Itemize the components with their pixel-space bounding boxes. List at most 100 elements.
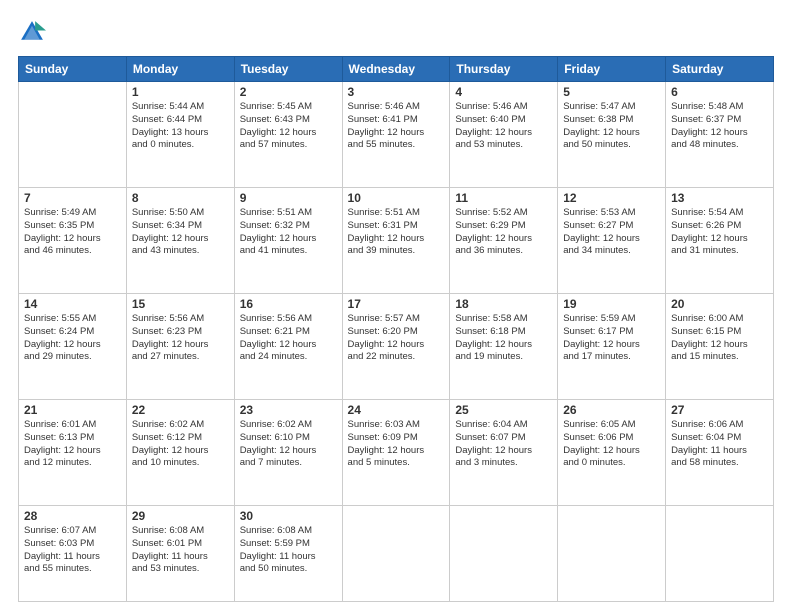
calendar-cell: 28 Sunrise: 6:07 AM Sunset: 6:03 PM Dayli… [19,506,127,602]
calendar-week-row: 7 Sunrise: 5:49 AM Sunset: 6:35 PM Daylig… [19,188,774,294]
calendar-cell: 13 Sunrise: 5:54 AM Sunset: 6:26 PM Dayli… [666,188,774,294]
day-number: 20 [671,297,768,311]
day-number: 21 [24,403,121,417]
calendar-cell: 23 Sunrise: 6:02 AM Sunset: 6:10 PM Dayli… [234,400,342,506]
calendar-cell: 3 Sunrise: 5:46 AM Sunset: 6:41 PM Daylig… [342,82,450,188]
day-number: 6 [671,85,768,99]
day-info: Sunrise: 6:08 AM Sunset: 6:01 PM Dayligh… [132,525,229,576]
day-number: 19 [563,297,660,311]
day-info: Sunrise: 5:46 AM Sunset: 6:41 PM Dayligh… [348,101,445,152]
day-number: 3 [348,85,445,99]
day-number: 23 [240,403,337,417]
weekday-header: Monday [126,57,234,82]
calendar-cell: 9 Sunrise: 5:51 AM Sunset: 6:32 PM Daylig… [234,188,342,294]
day-number: 18 [455,297,552,311]
weekday-header: Sunday [19,57,127,82]
day-info: Sunrise: 5:58 AM Sunset: 6:18 PM Dayligh… [455,313,552,364]
day-info: Sunrise: 5:54 AM Sunset: 6:26 PM Dayligh… [671,207,768,258]
calendar-cell: 25 Sunrise: 6:04 AM Sunset: 6:07 PM Dayli… [450,400,558,506]
day-number: 24 [348,403,445,417]
calendar-cell: 8 Sunrise: 5:50 AM Sunset: 6:34 PM Daylig… [126,188,234,294]
day-number: 5 [563,85,660,99]
day-info: Sunrise: 5:46 AM Sunset: 6:40 PM Dayligh… [455,101,552,152]
day-info: Sunrise: 5:44 AM Sunset: 6:44 PM Dayligh… [132,101,229,152]
logo [18,18,50,46]
calendar-cell: 5Sunrise: 5:47 AM Sunset: 6:38 PM Daylig… [558,82,666,188]
day-number: 7 [24,191,121,205]
calendar-cell: 17 Sunrise: 5:57 AM Sunset: 6:20 PM Dayli… [342,294,450,400]
calendar-cell: 12Sunrise: 5:53 AM Sunset: 6:27 PM Dayli… [558,188,666,294]
weekday-header: Thursday [450,57,558,82]
calendar-cell [19,82,127,188]
calendar-week-row: 21Sunrise: 6:01 AM Sunset: 6:13 PM Dayli… [19,400,774,506]
day-number: 10 [348,191,445,205]
calendar-week-row: 1 Sunrise: 5:44 AM Sunset: 6:44 PM Daylig… [19,82,774,188]
calendar-cell: 24Sunrise: 6:03 AM Sunset: 6:09 PM Dayli… [342,400,450,506]
calendar-cell [666,506,774,602]
calendar-cell: 20 Sunrise: 6:00 AM Sunset: 6:15 PM Dayli… [666,294,774,400]
day-info: Sunrise: 6:04 AM Sunset: 6:07 PM Dayligh… [455,419,552,470]
day-info: Sunrise: 5:59 AM Sunset: 6:17 PM Dayligh… [563,313,660,364]
day-info: Sunrise: 5:51 AM Sunset: 6:32 PM Dayligh… [240,207,337,258]
day-number: 22 [132,403,229,417]
calendar-cell: 1 Sunrise: 5:44 AM Sunset: 6:44 PM Daylig… [126,82,234,188]
calendar-cell: 29Sunrise: 6:08 AM Sunset: 6:01 PM Dayli… [126,506,234,602]
day-info: Sunrise: 6:00 AM Sunset: 6:15 PM Dayligh… [671,313,768,364]
day-info: Sunrise: 6:02 AM Sunset: 6:12 PM Dayligh… [132,419,229,470]
day-number: 12 [563,191,660,205]
day-info: Sunrise: 5:57 AM Sunset: 6:20 PM Dayligh… [348,313,445,364]
calendar-cell: 19 Sunrise: 5:59 AM Sunset: 6:17 PM Dayli… [558,294,666,400]
calendar-cell: 11 Sunrise: 5:52 AM Sunset: 6:29 PM Dayli… [450,188,558,294]
calendar-cell: 22 Sunrise: 6:02 AM Sunset: 6:12 PM Dayli… [126,400,234,506]
day-info: Sunrise: 5:52 AM Sunset: 6:29 PM Dayligh… [455,207,552,258]
calendar-cell: 26Sunrise: 6:05 AM Sunset: 6:06 PM Dayli… [558,400,666,506]
day-number: 27 [671,403,768,417]
calendar-cell: 6 Sunrise: 5:48 AM Sunset: 6:37 PM Daylig… [666,82,774,188]
day-info: Sunrise: 6:02 AM Sunset: 6:10 PM Dayligh… [240,419,337,470]
day-info: Sunrise: 5:55 AM Sunset: 6:24 PM Dayligh… [24,313,121,364]
day-number: 2 [240,85,337,99]
calendar-cell: 30 Sunrise: 6:08 AM Sunset: 5:59 PM Dayli… [234,506,342,602]
day-info: Sunrise: 5:56 AM Sunset: 6:21 PM Dayligh… [240,313,337,364]
day-info: Sunrise: 5:48 AM Sunset: 6:37 PM Dayligh… [671,101,768,152]
day-info: Sunrise: 5:56 AM Sunset: 6:23 PM Dayligh… [132,313,229,364]
day-number: 1 [132,85,229,99]
day-number: 14 [24,297,121,311]
calendar-cell: 27 Sunrise: 6:06 AM Sunset: 6:04 PM Dayli… [666,400,774,506]
weekday-header: Wednesday [342,57,450,82]
calendar-cell [342,506,450,602]
calendar-cell: 14 Sunrise: 5:55 AM Sunset: 6:24 PM Dayli… [19,294,127,400]
day-number: 30 [240,509,337,523]
day-number: 9 [240,191,337,205]
calendar-cell: 7 Sunrise: 5:49 AM Sunset: 6:35 PM Daylig… [19,188,127,294]
day-number: 11 [455,191,552,205]
weekday-header: Friday [558,57,666,82]
day-info: Sunrise: 5:49 AM Sunset: 6:35 PM Dayligh… [24,207,121,258]
calendar-cell [450,506,558,602]
day-number: 8 [132,191,229,205]
calendar-table: SundayMondayTuesdayWednesdayThursdayFrid… [18,56,774,602]
day-info: Sunrise: 5:50 AM Sunset: 6:34 PM Dayligh… [132,207,229,258]
day-info: Sunrise: 5:51 AM Sunset: 6:31 PM Dayligh… [348,207,445,258]
day-info: Sunrise: 6:06 AM Sunset: 6:04 PM Dayligh… [671,419,768,470]
calendar-cell: 15Sunrise: 5:56 AM Sunset: 6:23 PM Dayli… [126,294,234,400]
weekday-header: Tuesday [234,57,342,82]
day-number: 28 [24,509,121,523]
calendar-week-row: 14 Sunrise: 5:55 AM Sunset: 6:24 PM Dayli… [19,294,774,400]
day-number: 26 [563,403,660,417]
calendar-cell: 21Sunrise: 6:01 AM Sunset: 6:13 PM Dayli… [19,400,127,506]
day-number: 25 [455,403,552,417]
calendar-week-row: 28 Sunrise: 6:07 AM Sunset: 6:03 PM Dayli… [19,506,774,602]
day-info: Sunrise: 6:08 AM Sunset: 5:59 PM Dayligh… [240,525,337,576]
calendar-cell [558,506,666,602]
weekday-header: Saturday [666,57,774,82]
day-info: Sunrise: 5:45 AM Sunset: 6:43 PM Dayligh… [240,101,337,152]
calendar-cell: 16 Sunrise: 5:56 AM Sunset: 6:21 PM Dayli… [234,294,342,400]
day-number: 13 [671,191,768,205]
calendar-cell: 10 Sunrise: 5:51 AM Sunset: 6:31 PM Dayli… [342,188,450,294]
day-number: 17 [348,297,445,311]
day-info: Sunrise: 6:07 AM Sunset: 6:03 PM Dayligh… [24,525,121,576]
calendar-cell: 2 Sunrise: 5:45 AM Sunset: 6:43 PM Daylig… [234,82,342,188]
weekday-header-row: SundayMondayTuesdayWednesdayThursdayFrid… [19,57,774,82]
day-number: 16 [240,297,337,311]
